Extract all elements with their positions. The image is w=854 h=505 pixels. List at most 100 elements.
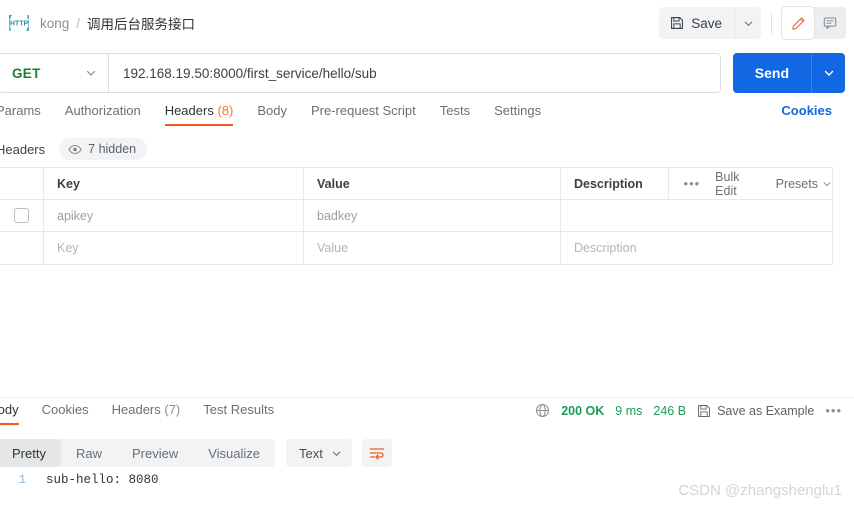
request-url-row: GET 192.168.19.50:8000/first_service/hel… bbox=[0, 53, 854, 93]
save-button[interactable]: Save bbox=[659, 7, 734, 39]
tab-label: Test Results bbox=[203, 402, 275, 417]
tab-pre-request-script[interactable]: Pre-request Script bbox=[311, 103, 416, 126]
tab-label: Body bbox=[0, 402, 19, 417]
method-label: GET bbox=[12, 65, 41, 81]
edit-mode-button[interactable] bbox=[782, 7, 814, 39]
status-code: 200 OK bbox=[561, 403, 605, 418]
response-tab-body[interactable]: Body bbox=[0, 402, 19, 425]
hidden-headers-toggle[interactable]: 7 hidden bbox=[59, 138, 148, 160]
view-mode-toggle bbox=[782, 7, 846, 39]
table-tools: ••• Bulk Edit Presets bbox=[669, 170, 832, 198]
row-description-placeholder: Description bbox=[574, 241, 637, 255]
top-bar: HTTP kong / 调用后台服务接口 Save bbox=[0, 0, 854, 46]
save-options-button[interactable] bbox=[734, 7, 761, 39]
column-label: Value bbox=[317, 176, 350, 191]
request-tabs: Params Authorization Headers (8) Body Pr… bbox=[0, 103, 854, 133]
response-status-bar: 200 OK 9 ms 246 B Save as Example ••• bbox=[535, 403, 842, 418]
response-tab-test-results[interactable]: Test Results bbox=[203, 402, 274, 425]
tab-label: Params bbox=[0, 103, 41, 118]
table-header-row: Key Value Description ••• Bulk Edit Pres… bbox=[0, 167, 832, 200]
tab-settings[interactable]: Settings bbox=[494, 103, 541, 126]
chevron-down-icon bbox=[743, 18, 754, 29]
tab-body[interactable]: Body bbox=[257, 103, 287, 126]
comment-button[interactable] bbox=[814, 7, 846, 39]
tab-authorization[interactable]: Authorization bbox=[65, 103, 141, 126]
row-checkbox-cell bbox=[0, 232, 44, 264]
headers-table: Key Value Description ••• Bulk Edit Pres… bbox=[0, 167, 833, 265]
headers-subheader: Headers 7 hidden bbox=[0, 136, 854, 162]
tab-count: (7) bbox=[164, 402, 181, 417]
row-value-placeholder: Value bbox=[317, 241, 349, 255]
save-button-group: Save bbox=[659, 7, 761, 39]
row-description-cell[interactable]: Description bbox=[561, 232, 832, 264]
tab-params[interactable]: Params bbox=[0, 103, 41, 126]
headers-title: Headers bbox=[0, 141, 46, 157]
method-selector[interactable]: GET bbox=[0, 53, 108, 93]
ellipsis-icon[interactable]: ••• bbox=[684, 177, 701, 190]
row-value-cell[interactable]: badkey bbox=[304, 200, 561, 231]
column-label: Description bbox=[574, 176, 643, 191]
eye-icon bbox=[68, 144, 82, 155]
row-key-cell[interactable]: apikey bbox=[44, 200, 304, 231]
view-mode-visualize[interactable]: Visualize bbox=[193, 439, 275, 467]
row-value-cell[interactable]: Value bbox=[304, 232, 561, 264]
top-bar-actions: Save bbox=[659, 7, 846, 39]
row-key-value: apikey bbox=[57, 208, 94, 223]
cookies-link[interactable]: Cookies bbox=[781, 103, 832, 118]
globe-icon[interactable] bbox=[535, 403, 550, 418]
breadcrumb: kong / 调用后台服务接口 bbox=[40, 13, 195, 33]
url-input-wrapper[interactable]: 192.168.19.50:8000/first_service/hello/s… bbox=[108, 53, 721, 93]
response-divider bbox=[0, 397, 854, 398]
view-mode-pretty[interactable]: Pretty bbox=[0, 439, 61, 467]
floppy-disk-icon bbox=[697, 404, 711, 418]
save-as-example-button[interactable]: Save as Example bbox=[697, 404, 814, 418]
word-wrap-button[interactable] bbox=[361, 439, 392, 467]
view-mode-preview[interactable]: Preview bbox=[117, 439, 193, 467]
pencil-icon bbox=[790, 15, 807, 32]
breadcrumb-root[interactable]: kong bbox=[40, 16, 69, 31]
svg-text:HTTP: HTTP bbox=[10, 21, 29, 28]
tab-tests[interactable]: Tests bbox=[440, 103, 470, 126]
response-tab-headers[interactable]: Headers (7) bbox=[112, 402, 181, 425]
breadcrumb-current[interactable]: 调用后台服务接口 bbox=[87, 13, 195, 33]
send-button-group: Send bbox=[732, 53, 845, 93]
save-button-label: Save bbox=[691, 15, 722, 31]
send-button[interactable]: Send bbox=[732, 53, 811, 93]
tab-label: Headers bbox=[164, 103, 214, 118]
tab-label: Body bbox=[257, 103, 287, 118]
row-key-placeholder: Key bbox=[57, 241, 79, 255]
chevron-down-icon bbox=[823, 67, 835, 79]
column-header-value: Value bbox=[304, 168, 561, 199]
tab-label: Tests bbox=[439, 103, 471, 118]
row-description-cell[interactable] bbox=[561, 200, 832, 231]
column-label: Key bbox=[57, 176, 80, 191]
breadcrumb-separator: / bbox=[76, 15, 81, 31]
response-tab-cookies[interactable]: Cookies bbox=[42, 402, 89, 425]
view-mode-raw[interactable]: Raw bbox=[61, 439, 117, 467]
chevron-down-icon bbox=[85, 67, 97, 79]
tab-count: (8) bbox=[217, 103, 234, 118]
column-header-key: Key bbox=[44, 168, 304, 199]
send-options-button[interactable] bbox=[811, 53, 845, 93]
row-checkbox[interactable] bbox=[13, 208, 29, 223]
tab-label: Pre-request Script bbox=[310, 103, 416, 118]
ellipsis-icon[interactable]: ••• bbox=[825, 403, 842, 418]
toolbar-divider bbox=[771, 12, 772, 34]
response-format-label: Text bbox=[299, 445, 323, 461]
response-body-content: sub-hello: 8080 bbox=[46, 473, 159, 487]
hidden-headers-label: 7 hidden bbox=[88, 142, 137, 156]
column-header-description: Description ••• Bulk Edit Presets bbox=[561, 167, 832, 200]
response-size: 246 B bbox=[653, 403, 687, 418]
row-key-cell[interactable]: Key bbox=[44, 232, 304, 264]
table-row[interactable]: Key Value Description bbox=[0, 232, 832, 264]
row-checkbox-cell bbox=[0, 200, 44, 231]
response-view-toolbar: Pretty Raw Preview Visualize Text bbox=[0, 438, 854, 468]
table-row[interactable]: apikey badkey bbox=[0, 200, 832, 232]
url-input[interactable]: 192.168.19.50:8000/first_service/hello/s… bbox=[123, 66, 377, 81]
response-format-selector[interactable]: Text bbox=[286, 439, 352, 467]
presets-button[interactable]: Presets bbox=[776, 177, 832, 191]
response-time: 9 ms bbox=[615, 403, 643, 418]
tab-headers[interactable]: Headers (8) bbox=[164, 103, 234, 126]
save-as-example-label: Save as Example bbox=[717, 403, 815, 418]
bulk-edit-button[interactable]: Bulk Edit bbox=[715, 170, 760, 198]
